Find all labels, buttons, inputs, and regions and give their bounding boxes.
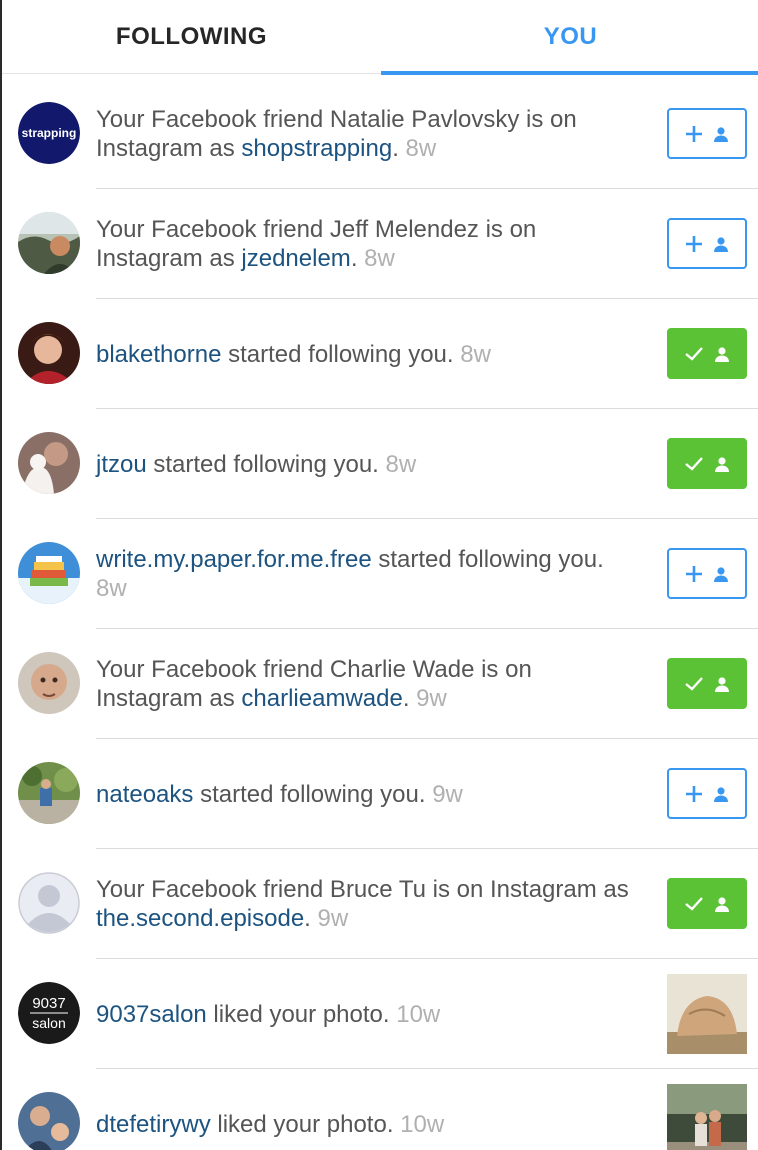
notification-message-end: . [350, 245, 358, 272]
timestamp: 9w [416, 685, 447, 712]
username-link[interactable]: blakethorne [96, 341, 221, 368]
follow-button[interactable] [667, 218, 747, 269]
username-link[interactable]: shopstrapping [241, 135, 392, 162]
notification-text: Your Facebook friend Bruce Tu is on Inst… [96, 849, 636, 959]
notification-row: Your Facebook friend Charlie Wade is on … [2, 629, 758, 739]
avatar[interactable] [18, 542, 80, 604]
activity-tabs: FOLLOWING YOU [2, 0, 758, 75]
plus-icon [686, 785, 702, 802]
following-button[interactable] [667, 658, 747, 709]
notification-row: blakethorne started following you. 8w [2, 299, 758, 409]
timestamp: 10w [400, 1110, 445, 1138]
username-link[interactable]: jtzou [96, 451, 147, 478]
notification-row: Your Facebook friend Bruce Tu is on Inst… [2, 849, 758, 959]
avatar[interactable] [18, 762, 80, 824]
follow-button[interactable] [667, 108, 747, 159]
avatar[interactable]: 9037 salon [18, 982, 80, 1044]
notification-message-end: . [402, 685, 410, 712]
username-link[interactable]: charlieamwade [241, 685, 402, 712]
avatar[interactable] [18, 872, 80, 934]
notification-row: Your Facebook friend Jeff Melendez is on… [2, 189, 758, 299]
tab-following[interactable]: FOLLOWING [2, 0, 381, 74]
plus-icon [686, 235, 702, 252]
notification-message-end: liked your photo. [210, 1110, 394, 1138]
notification-message-end: started following you. [221, 340, 454, 368]
notification-message-end: . [304, 905, 311, 932]
avatar[interactable] [18, 432, 80, 494]
notification-message-end: started following you. [371, 546, 604, 573]
following-button[interactable] [667, 878, 747, 929]
person-icon [714, 126, 728, 142]
notification-text: 9037salon liked your photo. 10w [96, 959, 636, 1069]
notification-row: nateoaks started following you. 9w [2, 739, 758, 849]
checkmark-icon [685, 456, 703, 471]
notification-row: write.my.paper.for.me.free started follo… [2, 519, 758, 629]
checkmark-icon [685, 346, 703, 361]
timestamp: 9w [317, 905, 349, 932]
username-link[interactable]: 9037salon [96, 1001, 207, 1028]
plus-icon [686, 565, 702, 582]
avatar[interactable] [18, 212, 80, 274]
person-icon [714, 566, 728, 582]
timestamp: 9w [432, 780, 463, 808]
notification-text: dtefetirywy liked your photo. 10w [96, 1069, 636, 1150]
person-icon [715, 346, 729, 362]
checkmark-icon [685, 896, 703, 911]
notification-message-end: started following you. [146, 450, 379, 478]
avatar-logo-text: 9037 [32, 995, 65, 1012]
avatar[interactable] [18, 652, 80, 714]
avatar[interactable] [18, 1092, 80, 1150]
username-link[interactable]: dtefetirywy [96, 1111, 211, 1138]
notification-text: write.my.paper.for.me.free started follo… [96, 519, 636, 629]
liked-photo-thumbnail[interactable] [667, 974, 747, 1054]
person-icon [714, 786, 728, 802]
avatar-logo-text: strapping [22, 126, 77, 140]
notification-message-end: liked your photo. [206, 1000, 390, 1028]
notification-list: strapping Your Facebook friend Natalie P… [2, 79, 758, 1150]
avatar[interactable] [18, 322, 80, 384]
username-link[interactable]: nateoaks [96, 781, 193, 808]
liked-photo-thumbnail[interactable] [667, 1084, 747, 1150]
person-icon [714, 236, 728, 252]
notification-message-end: started following you. [193, 780, 426, 808]
notification-row: strapping Your Facebook friend Natalie P… [2, 79, 758, 189]
notification-text: Your Facebook friend Charlie Wade is on … [96, 629, 636, 739]
tab-you[interactable]: YOU [381, 0, 758, 75]
username-link[interactable]: the.second.episode [96, 905, 304, 932]
notification-text: Your Facebook friend Natalie Pavlovsky i… [96, 79, 636, 189]
notification-text: nateoaks started following you. 9w [96, 739, 636, 849]
timestamp: 8w [385, 450, 417, 478]
notification-text: Your Facebook friend Jeff Melendez is on… [96, 189, 636, 299]
timestamp: 8w [460, 340, 491, 368]
following-button[interactable] [667, 438, 747, 489]
avatar-logo-subtext: salon [32, 1015, 65, 1031]
person-icon [715, 456, 729, 472]
notification-row: 9037 salon 9037salon liked your photo. 1… [2, 959, 758, 1069]
person-icon [715, 676, 729, 692]
follow-button[interactable] [667, 768, 747, 819]
plus-icon [686, 125, 702, 142]
person-icon [715, 896, 729, 912]
notification-message: Your Facebook friend Bruce Tu is on Inst… [96, 876, 629, 903]
notification-text: blakethorne started following you. 8w [96, 299, 636, 409]
follow-button[interactable] [667, 548, 747, 599]
timestamp: 8w [364, 245, 395, 272]
notification-text: jtzou started following you. 8w [96, 409, 636, 519]
timestamp: 8w [405, 135, 437, 162]
timestamp: 8w [96, 575, 127, 602]
following-button[interactable] [667, 328, 747, 379]
timestamp: 10w [396, 1000, 441, 1028]
username-link[interactable]: jzednelem [241, 245, 350, 272]
notification-row: jtzou started following you. 8w [2, 409, 758, 519]
notification-row: dtefetirywy liked your photo. 10w [2, 1069, 758, 1150]
activity-screen: FOLLOWING YOU strapping Your Facebook fr… [0, 0, 758, 1150]
username-link[interactable]: write.my.paper.for.me.free [96, 546, 372, 573]
notification-message-end: . [392, 135, 399, 162]
checkmark-icon [685, 676, 703, 691]
avatar[interactable]: strapping [18, 102, 80, 164]
